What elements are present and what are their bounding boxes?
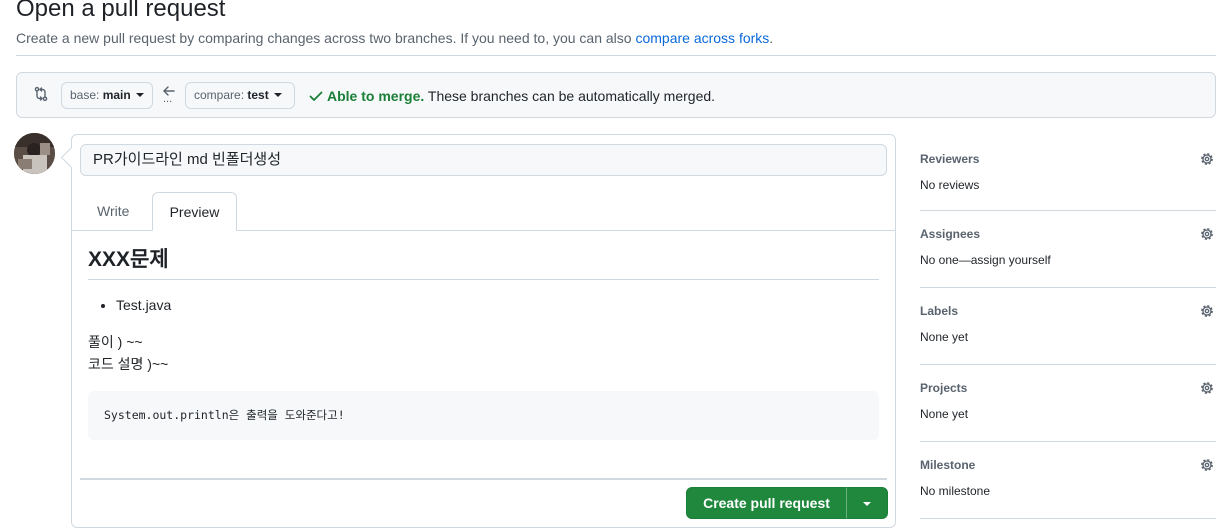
pull-request-composer: PR가이드라인 md 빈폴더생성 Write Preview XXX문제 Tes…	[71, 134, 896, 528]
preview-heading: XXX문제	[88, 243, 879, 280]
merge-status-ok: Able to merge.	[327, 88, 425, 104]
sidebar-section-reviewers: Reviewers No reviews	[920, 136, 1216, 211]
merge-status: Able to merge. These branches can be aut…	[327, 86, 715, 106]
range-editor: base: main ... compare: test Able to mer…	[16, 72, 1216, 118]
subtitle-text: Create a new pull request by comparing c…	[16, 30, 636, 46]
sidebar-heading[interactable]: Projects	[920, 380, 967, 396]
compare-branch-value: test	[247, 88, 269, 102]
range-ellipsis: ...	[163, 93, 173, 105]
preview-paragraph: 풀이 ) ~~ 코드 설명 )~~	[88, 331, 879, 375]
sidebar-section-projects: Projects None yet	[920, 365, 1216, 442]
compare-across-forks-link[interactable]: compare across forks	[635, 30, 769, 46]
chevron-down-icon	[863, 502, 871, 506]
chevron-down-icon	[135, 93, 144, 97]
sidebar-value: No reviews	[920, 178, 980, 192]
page-subtitle: Create a new pull request by comparing c…	[16, 28, 773, 48]
discussion-sidebar: Reviewers No reviews Assignees No one—as…	[920, 136, 1216, 519]
list-item: Test.java	[116, 295, 879, 315]
compare-branch-select[interactable]: compare: test	[185, 82, 295, 109]
header-divider	[16, 55, 1216, 56]
gear-icon[interactable]	[1199, 380, 1215, 396]
base-branch-label: base:	[70, 88, 100, 102]
sidebar-section-milestone: Milestone No milestone	[920, 442, 1216, 519]
title-input[interactable]: PR가이드라인 md 빈폴더생성	[80, 144, 887, 176]
sidebar-section-assignees: Assignees No one—assign yourself	[920, 211, 1216, 288]
preview-line: 풀이 ) ~~	[88, 334, 143, 350]
code-block: System.out.println은 출력을 도와준다고!	[88, 391, 879, 440]
preview-line: 코드 설명 )~~	[88, 356, 169, 372]
check-icon	[308, 88, 324, 104]
create-options-dropdown[interactable]	[846, 487, 888, 519]
sidebar-value: None yet	[920, 407, 969, 421]
chevron-down-icon	[273, 93, 282, 97]
sidebar-value[interactable]: No one—assign yourself	[920, 252, 1051, 268]
base-branch-select[interactable]: base: main	[61, 82, 153, 109]
sidebar-section-labels: Labels None yet	[920, 288, 1216, 365]
tab-preview[interactable]: Preview	[152, 192, 237, 231]
markdown-preview: XXX문제 Test.java 풀이 ) ~~ 코드 설명 )~~ System…	[88, 243, 879, 440]
sidebar-value: None yet	[920, 330, 969, 344]
subtitle-end: .	[769, 30, 774, 46]
sidebar-heading[interactable]: Milestone	[920, 457, 975, 473]
preview-list: Test.java	[88, 295, 879, 315]
sidebar-heading[interactable]: Assignees	[920, 226, 980, 242]
sidebar-heading[interactable]: Labels	[920, 303, 958, 319]
page-title: Open a pull request	[16, 0, 226, 22]
gear-icon[interactable]	[1199, 151, 1215, 167]
gear-icon[interactable]	[1199, 226, 1215, 242]
git-compare-icon	[33, 86, 49, 102]
create-pull-request-button[interactable]: Create pull request	[686, 487, 847, 519]
avatar[interactable]	[14, 133, 55, 174]
gear-icon[interactable]	[1199, 303, 1215, 319]
gear-icon[interactable]	[1199, 457, 1215, 473]
base-branch-value: main	[102, 88, 131, 102]
create-pull-request-group: Create pull request	[686, 487, 888, 519]
sidebar-value: No milestone	[920, 484, 991, 498]
sidebar-heading[interactable]: Reviewers	[920, 151, 979, 167]
composer-footer-divider	[80, 478, 887, 480]
tab-write[interactable]: Write	[81, 192, 145, 231]
merge-status-text: These branches can be automatically merg…	[424, 88, 716, 104]
compare-branch-label: compare:	[194, 88, 245, 102]
